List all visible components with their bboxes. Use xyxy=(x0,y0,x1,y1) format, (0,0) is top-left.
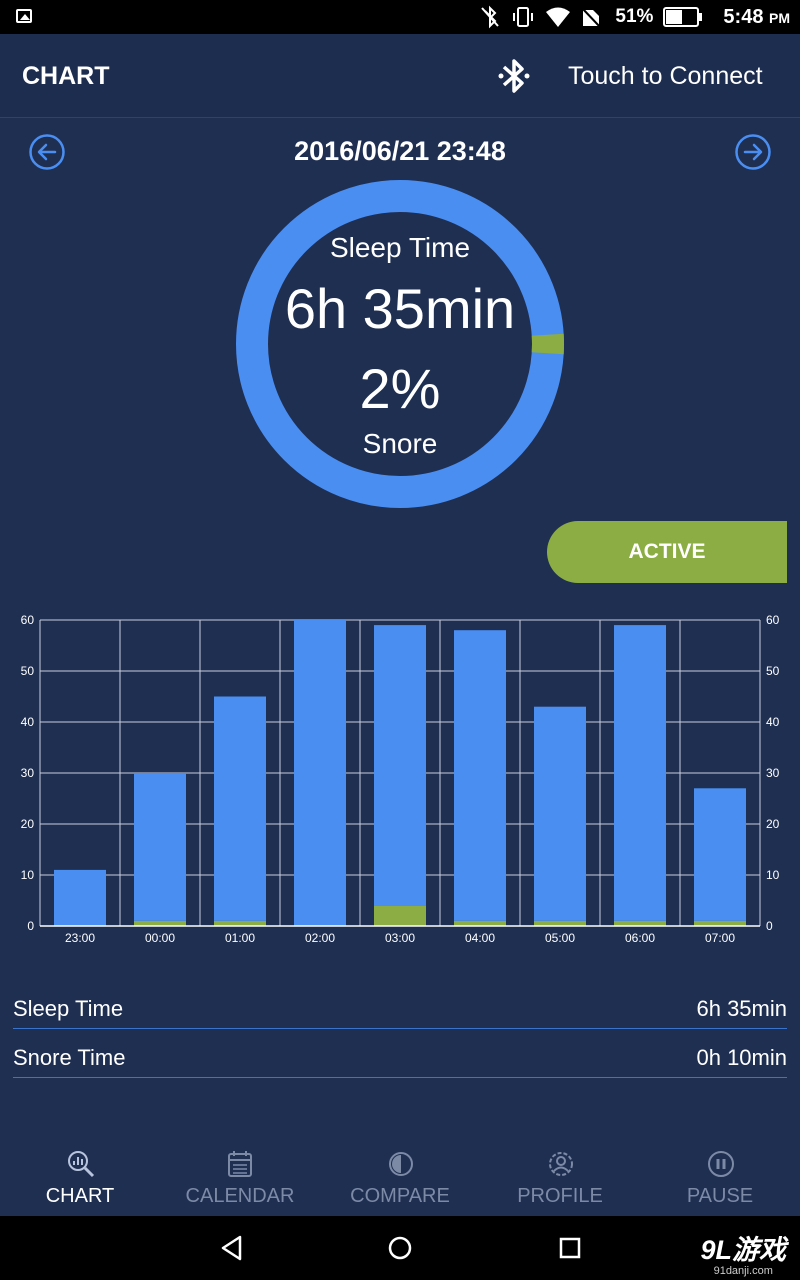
profile-icon xyxy=(549,1152,573,1176)
bar-sleep xyxy=(614,625,666,921)
date-label: 2016/06/21 23:48 xyxy=(294,136,506,166)
wifi-icon xyxy=(546,7,571,27)
x-tick-label: 03:00 xyxy=(385,931,415,945)
y-tick-label-right: 0 xyxy=(766,919,773,933)
x-tick-label: 01:00 xyxy=(225,931,255,945)
donut-snore-percent: 2% xyxy=(359,357,441,420)
bar-sleep xyxy=(214,696,266,921)
y-tick-label-left: 30 xyxy=(21,766,35,780)
status-bar: 51% 5:48 PM xyxy=(0,0,800,34)
tab-compare[interactable]: COMPARE xyxy=(320,1140,480,1216)
compare-icon xyxy=(389,1152,413,1176)
bluetooth-icon[interactable] xyxy=(497,56,531,96)
x-tick-label: 05:00 xyxy=(545,931,575,945)
page-title: CHART xyxy=(22,62,110,90)
x-tick-label: 02:00 xyxy=(305,931,335,945)
bluetooth-off-icon xyxy=(481,5,500,29)
bar-sleep xyxy=(454,630,506,921)
y-tick-label-right: 40 xyxy=(766,715,780,729)
donut-sleep-duration: 6h 35min xyxy=(284,277,516,340)
no-sim-icon xyxy=(581,7,602,28)
x-tick-label: 00:00 xyxy=(145,931,175,945)
back-icon[interactable] xyxy=(216,1232,248,1264)
donut-labels: Sleep Time 6h 35min 2% Snore xyxy=(236,180,564,508)
connect-button[interactable]: Touch to Connect xyxy=(568,62,763,91)
x-tick-label: 07:00 xyxy=(705,931,735,945)
y-tick-label-right: 60 xyxy=(766,613,780,627)
summary-snore-label: Snore Time xyxy=(13,1045,126,1070)
battery-icon xyxy=(663,7,703,27)
bar-snore xyxy=(454,920,506,926)
calendar-icon xyxy=(228,1151,252,1177)
arrow-right-circle-icon[interactable] xyxy=(735,134,771,170)
hourly-bar-chart: 0 0 10 10 20 20 30 30 40 40 50 50 60 60 23:00 00:00 01:0… xyxy=(21,613,780,945)
x-tick-label: 06:00 xyxy=(625,931,655,945)
bar-snore xyxy=(694,920,746,926)
tab-pause-label: PAUSE xyxy=(686,1185,754,1207)
vibrate-icon xyxy=(513,7,534,27)
bar-sleep xyxy=(534,706,586,921)
y-tick-label-left: 20 xyxy=(21,817,35,831)
app-header: CHART Touch to Connect xyxy=(0,34,800,118)
watermark-main: 9L游戏 xyxy=(700,1235,786,1265)
tab-chart-label: CHART xyxy=(45,1185,115,1207)
summary-snore-row: Snore Time 0h 10min xyxy=(13,1029,787,1078)
bottom-nav: CHART CALENDAR COMPARE PROFILE PAUSE xyxy=(0,1140,800,1216)
y-tick-label-right: 50 xyxy=(766,664,780,678)
x-tick-label: 04:00 xyxy=(465,931,495,945)
system-nav-bar: 9L游戏 91danji.com xyxy=(0,1216,800,1280)
x-tick-label: 23:00 xyxy=(65,931,95,945)
y-tick-label-left: 10 xyxy=(21,868,35,882)
y-tick-label-right: 10 xyxy=(766,868,780,882)
home-icon[interactable] xyxy=(384,1232,416,1264)
tab-compare-label: COMPARE xyxy=(350,1185,450,1207)
bar-snore xyxy=(374,905,426,926)
tab-pause[interactable]: PAUSE xyxy=(640,1140,800,1216)
summary-sleep-value: 6h 35min xyxy=(696,996,787,1021)
y-tick-label-left: 40 xyxy=(21,715,35,729)
pause-icon xyxy=(708,1151,734,1177)
bar-snore xyxy=(214,920,266,926)
y-tick-label-left: 60 xyxy=(21,613,35,627)
tab-calendar[interactable]: CALENDAR xyxy=(160,1140,320,1216)
y-tick-label-left: 50 xyxy=(21,664,35,678)
summary-sleep-label: Sleep Time xyxy=(13,996,124,1021)
tab-profile[interactable]: PROFILE xyxy=(480,1140,640,1216)
recents-icon[interactable] xyxy=(554,1232,586,1264)
donut-snore-label: Snore xyxy=(362,428,438,459)
bar-snore xyxy=(534,920,586,926)
bar-sleep xyxy=(134,773,186,921)
clock: 5:48 PM xyxy=(723,5,790,28)
watermark-logo: 9L游戏 91danji.com xyxy=(700,1228,786,1277)
bar-sleep xyxy=(694,788,746,921)
bar-snore xyxy=(134,920,186,926)
y-tick-label-left: 0 xyxy=(27,919,34,933)
chart-search-icon xyxy=(68,1151,95,1178)
summary-snore-value: 0h 10min xyxy=(696,1045,787,1070)
bar-sleep xyxy=(374,625,426,906)
active-button[interactable]: ACTIVE xyxy=(547,521,787,583)
y-tick-label-right: 20 xyxy=(766,817,780,831)
battery-percent: 51% xyxy=(615,6,654,27)
bar-snore xyxy=(614,920,666,926)
tab-calendar-label: CALENDAR xyxy=(185,1185,295,1207)
tab-chart[interactable]: CHART xyxy=(0,1140,160,1216)
summary-sleep-row: Sleep Time 6h 35min xyxy=(13,980,787,1029)
bar-sleep xyxy=(54,869,106,926)
y-tick-label-right: 30 xyxy=(766,766,780,780)
donut-sleep-label: Sleep Time xyxy=(329,232,471,263)
gallery-icon xyxy=(16,9,32,23)
tab-profile-label: PROFILE xyxy=(517,1185,603,1207)
bar-sleep xyxy=(294,620,346,926)
